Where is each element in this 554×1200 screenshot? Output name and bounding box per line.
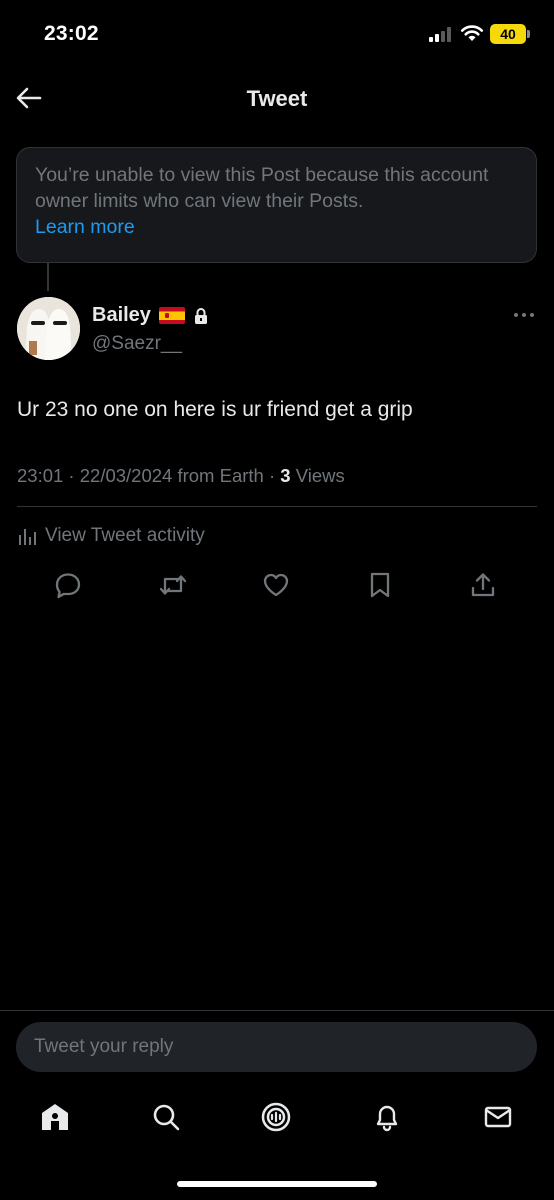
messages-icon [484, 1106, 512, 1128]
battery-icon: 40 [490, 24, 530, 44]
activity-label: View Tweet activity [45, 525, 205, 546]
wifi-icon [460, 25, 484, 41]
header: Tweet [0, 68, 554, 130]
retweet-icon [159, 575, 187, 595]
spaces-icon [261, 1102, 291, 1132]
retweet-button[interactable] [158, 570, 188, 600]
bookmark-button[interactable] [365, 570, 395, 600]
view-tweet-activity-button[interactable]: View Tweet activity [17, 523, 205, 549]
more-options-icon[interactable] [512, 308, 536, 322]
author-name[interactable]: Bailey [92, 304, 209, 327]
divider [17, 506, 537, 507]
like-icon [263, 573, 289, 597]
bookmark-icon [370, 572, 390, 598]
reply-input[interactable]: Tweet your reply [16, 1022, 537, 1072]
home-indicator [177, 1181, 377, 1187]
tab-spaces[interactable] [258, 1100, 294, 1134]
share-icon [471, 573, 495, 597]
status-bar: 23:02 40 [0, 0, 554, 68]
home-icon [42, 1104, 68, 1130]
signal-icon [429, 26, 455, 42]
views-label: Views [290, 465, 345, 486]
page-title: Tweet [246, 86, 308, 111]
restricted-post-notice: You’re unable to view this Post because … [16, 147, 537, 263]
analytics-icon [19, 529, 36, 545]
learn-more-link[interactable]: Learn more [35, 214, 518, 240]
tab-home[interactable] [37, 1100, 73, 1134]
tab-messages[interactable] [480, 1100, 516, 1134]
reply-icon [55, 573, 81, 599]
reply-bar-divider [0, 1010, 554, 1011]
thread-line [47, 263, 49, 291]
author-handle[interactable]: @Saezr__ [92, 333, 182, 355]
tweet-timestamp[interactable]: 23:01 · 22/03/2024 from Earth · [17, 465, 280, 486]
spain-flag-icon [158, 307, 185, 324]
lock-icon [194, 307, 207, 324]
avatar[interactable] [17, 297, 80, 360]
share-button[interactable] [468, 570, 498, 600]
search-icon [153, 1104, 180, 1131]
tweet-text: Ur 23 no one on here is ur friend get a … [17, 398, 413, 421]
views-count: 3 [280, 465, 291, 486]
notice-text: You’re unable to view this Post because … [35, 164, 489, 212]
tab-notifications[interactable] [369, 1100, 405, 1134]
tab-search[interactable] [148, 1100, 184, 1134]
like-button[interactable] [261, 570, 291, 600]
reply-button[interactable] [53, 570, 83, 600]
status-time: 23:02 [44, 22, 99, 45]
author-name-text: Bailey [92, 304, 151, 326]
notifications-icon [376, 1105, 398, 1132]
tweet-metadata: 23:01 · 22/03/2024 from Earth · 3 Views [17, 465, 345, 487]
avatar-image [17, 297, 80, 360]
